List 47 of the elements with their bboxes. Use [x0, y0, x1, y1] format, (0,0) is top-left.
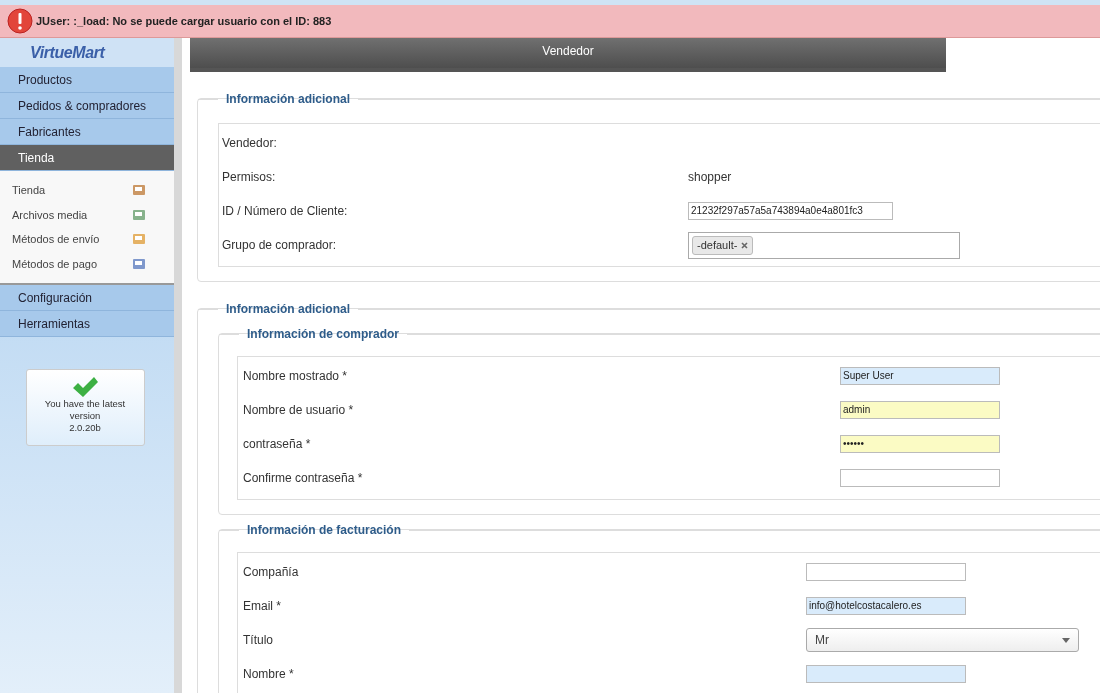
caret-icon	[1062, 637, 1070, 643]
field-label: ID / Número de Cliente:	[222, 203, 349, 220]
input-field[interactable]	[806, 665, 966, 683]
submenu-item[interactable]: Archivos media	[12, 206, 88, 223]
field-value: shopper	[688, 169, 732, 186]
menu-item[interactable]: Herramientas	[0, 311, 174, 337]
submenu-item[interactable]: Métodos de pago	[12, 255, 97, 272]
section-legend: Información adicional	[218, 300, 359, 318]
input-field[interactable]: 21232f297a57a5a743894a0e4a801fc3	[688, 202, 893, 220]
input-field[interactable]: admin	[840, 401, 1000, 419]
field-label: Compañía	[243, 564, 300, 581]
input-field[interactable]: info@hotelcostacalero.es	[806, 597, 966, 615]
section-legend: Información de facturación	[239, 521, 410, 539]
submenu-item[interactable]: Métodos de envío	[12, 231, 100, 248]
logo: VirtueMart	[30, 42, 105, 63]
version-text: You have the latest version	[43, 398, 127, 422]
input-field[interactable]	[806, 563, 966, 581]
field-label: Nombre *	[243, 666, 295, 683]
menu-item[interactable]: Pedidos & compradores	[0, 93, 174, 119]
field-label: Confirme contraseña *	[243, 470, 364, 487]
field-label: Permisos:	[222, 169, 277, 186]
field-label: Título	[243, 632, 274, 649]
menu-item[interactable]: Productos	[0, 67, 174, 93]
section-legend: Información adicional	[218, 90, 359, 108]
field-label: Vendedor:	[222, 135, 278, 152]
input-field[interactable]: ••••••	[840, 435, 1000, 453]
menu-item[interactable]: Tienda	[0, 145, 174, 171]
error-icon	[7, 8, 33, 34]
menu-item[interactable]: Fabricantes	[0, 119, 174, 145]
input-field[interactable]: Super User	[840, 367, 1000, 385]
input-field[interactable]	[840, 469, 1000, 487]
field-label: contraseña *	[243, 436, 312, 453]
field-label: Grupo de comprador:	[222, 237, 338, 254]
field-label: Nombre mostrado *	[243, 368, 349, 385]
tag-input[interactable]: -default-	[688, 231, 960, 259]
error-message: JUser: :_load: No se puede cargar usuario con el ID: 883	[36, 13, 332, 29]
remove-icon[interactable]	[741, 241, 749, 249]
submenu-item[interactable]: Tienda	[12, 182, 46, 199]
field-label: Email *	[243, 598, 282, 615]
select-dropdown[interactable]: Mr	[806, 628, 1079, 652]
section-legend: Información de comprador	[239, 325, 408, 343]
field-label: Nombre de usuario *	[243, 402, 355, 419]
version-number: 2.0.20b	[69, 422, 101, 434]
tag-chip[interactable]: -default-	[692, 235, 754, 255]
menu-item[interactable]: Configuración	[0, 285, 174, 311]
checkmark-icon	[71, 376, 99, 398]
tab[interactable]: Vendedor	[190, 38, 946, 72]
